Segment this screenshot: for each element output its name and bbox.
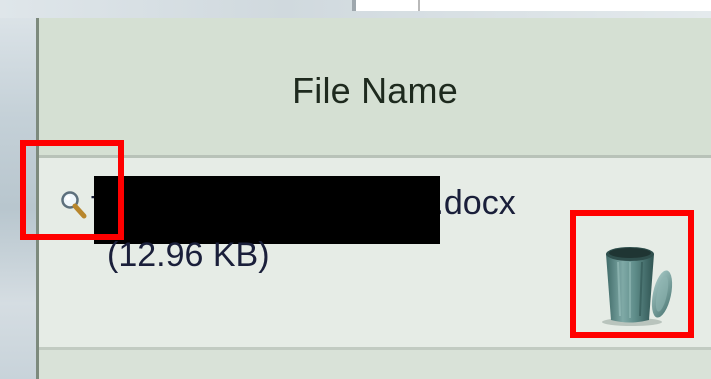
column-header-file-name[interactable]: File Name xyxy=(39,70,711,112)
file-extension: .docx xyxy=(434,183,516,222)
top-panel-edge xyxy=(352,0,356,11)
file-table: File Name f.docx (12.96 KB) xyxy=(36,18,711,379)
top-divider xyxy=(418,0,420,11)
table-header: File Name xyxy=(39,18,711,158)
table-row-next xyxy=(39,350,711,379)
file-link-line: f.docx xyxy=(59,176,516,244)
top-strip xyxy=(0,0,711,18)
top-white-panel xyxy=(352,0,711,11)
redacted-file-name xyxy=(94,176,441,244)
trash-can-icon[interactable] xyxy=(596,232,676,328)
file-size: (12.96 KB) xyxy=(107,236,270,274)
file-link[interactable]: f.docx xyxy=(89,171,516,244)
magnifier-icon[interactable] xyxy=(59,188,89,222)
background-left xyxy=(0,0,40,379)
table-row: f.docx (12.96 KB) xyxy=(39,158,711,350)
